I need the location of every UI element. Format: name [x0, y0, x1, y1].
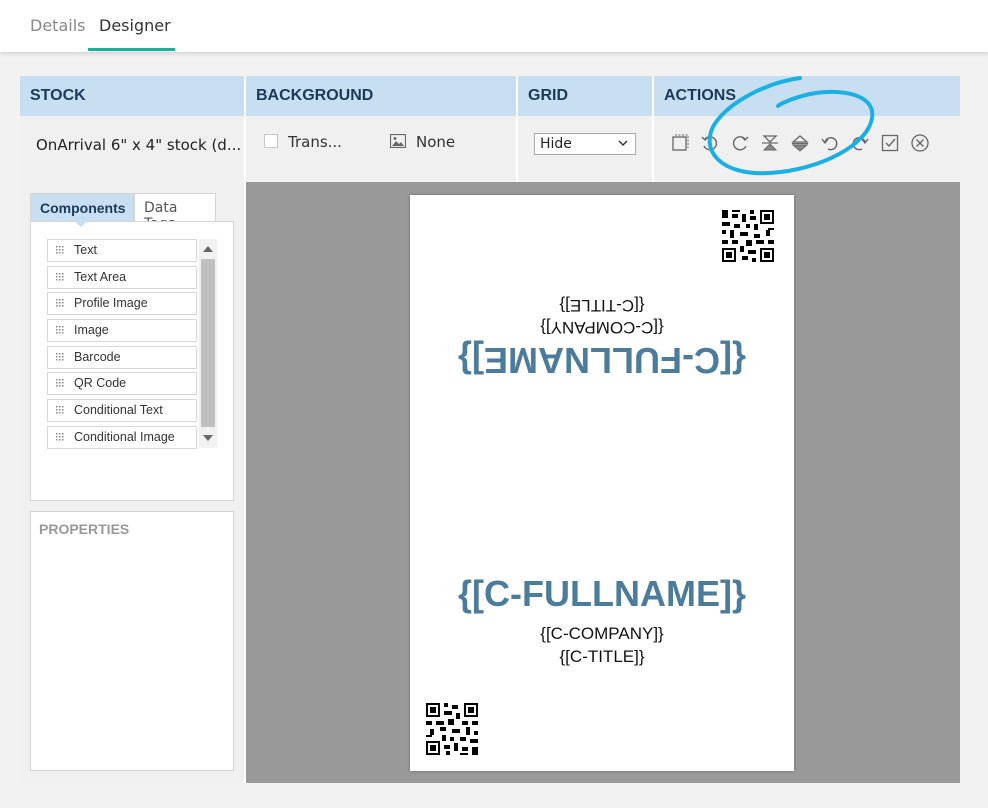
flipped-title-text[interactable]: {[C-TITLE]}: [410, 295, 794, 315]
component-profile-image[interactable]: Profile Image: [47, 292, 197, 316]
drag-handle-icon: [56, 352, 64, 361]
transparent-checkbox[interactable]: [264, 134, 278, 148]
component-conditional-text[interactable]: Conditional Text: [47, 399, 197, 423]
active-subtab-pointer: [74, 221, 88, 227]
background-header: BACKGROUND: [246, 76, 516, 116]
rotate-right-icon[interactable]: [730, 133, 750, 153]
select-frame-icon[interactable]: [670, 133, 690, 153]
actions-header: ACTIONS: [654, 76, 960, 116]
actions-cell: [654, 116, 960, 182]
grid-select-value: Hide: [540, 136, 572, 152]
components-scrollbar[interactable]: [199, 239, 217, 448]
flip-horizontal-icon[interactable]: [790, 133, 810, 153]
component-label: Barcode: [74, 349, 121, 364]
component-label: Text: [74, 243, 97, 257]
properties-box: PROPERTIES: [30, 511, 234, 771]
background-image-label: None: [416, 133, 456, 151]
drag-handle-icon: [56, 246, 64, 254]
component-conditional-image[interactable]: Conditional Image: [47, 425, 197, 449]
drag-handle-icon: [56, 432, 64, 441]
component-label: QR Code: [74, 376, 127, 391]
drag-handle-icon: [56, 406, 64, 414]
grid-cell: Hide: [518, 116, 652, 182]
rotate-left-icon[interactable]: [700, 133, 720, 153]
redo-icon[interactable]: [850, 133, 870, 153]
stock-value[interactable]: OnArrival 6" x 4" stock (d...: [36, 136, 241, 154]
scroll-thumb[interactable]: [201, 259, 215, 427]
designer-panel: STOCK BACKGROUND GRID ACTIONS OnArrival …: [20, 76, 960, 783]
component-text[interactable]: Text: [47, 239, 197, 262]
drag-handle-icon: [56, 326, 64, 334]
drag-handle-icon: [56, 272, 64, 281]
scroll-down-arrow-icon[interactable]: [203, 435, 213, 441]
top-tab-bar: Details Designer: [0, 0, 988, 52]
grid-header: GRID: [518, 76, 652, 116]
components-box: Components Data Tags Text Text Area Prof…: [30, 193, 234, 501]
undo-icon[interactable]: [820, 133, 840, 153]
component-label: Text Area: [74, 269, 127, 284]
grid-select[interactable]: Hide: [534, 133, 636, 155]
qr-code-bottom[interactable]: [426, 703, 478, 755]
properties-title: PROPERTIES: [39, 521, 130, 537]
component-qr-code[interactable]: QR Code: [47, 372, 197, 396]
tab-data-tags[interactable]: Data Tags: [134, 193, 216, 232]
qr-code-top[interactable]: [722, 210, 774, 262]
transparent-label: Trans...: [288, 133, 342, 151]
component-image[interactable]: Image: [47, 319, 197, 343]
background-cell: Trans... None: [246, 116, 516, 182]
flip-vertical-icon[interactable]: [760, 133, 780, 153]
left-sidebar: Components Data Tags Text Text Area Prof…: [20, 182, 244, 783]
title-text[interactable]: {[C-TITLE]}: [410, 647, 794, 667]
stock-cell: OnArrival 6" x 4" stock (d...: [20, 116, 244, 182]
tab-designer[interactable]: Designer: [99, 16, 171, 35]
component-label: Conditional Image: [74, 429, 175, 444]
active-tab-indicator: [88, 48, 175, 51]
drag-handle-icon: [56, 379, 64, 387]
tab-components[interactable]: Components: [30, 193, 134, 221]
component-label: Conditional Text: [74, 403, 163, 418]
check-box-icon[interactable]: [880, 133, 900, 153]
components-list: Text Text Area Profile Image Image Barco…: [47, 239, 197, 453]
drag-handle-icon: [56, 299, 64, 307]
stock-header: STOCK: [20, 76, 244, 116]
design-canvas[interactable]: {[C-TITLE]} {[C-COMPANY]} {[C-FULLNAME]}…: [246, 182, 960, 783]
component-text-area[interactable]: Text Area: [47, 265, 197, 289]
flipped-fullname-text[interactable]: {[C-FULLNAME]}: [410, 339, 794, 381]
flipped-company-text[interactable]: {[C-COMPANY]}: [410, 317, 794, 337]
components-panel: Text Text Area Profile Image Image Barco…: [30, 221, 234, 501]
tab-details[interactable]: Details: [30, 16, 85, 35]
fullname-text[interactable]: {[C-FULLNAME]}: [410, 573, 794, 615]
component-label: Image: [74, 323, 109, 338]
chevron-down-icon: [618, 140, 628, 146]
close-circle-icon[interactable]: [910, 133, 930, 153]
image-icon[interactable]: [390, 134, 406, 148]
scroll-up-arrow-icon[interactable]: [203, 246, 213, 252]
component-label: Profile Image: [74, 296, 148, 311]
badge-preview[interactable]: {[C-TITLE]} {[C-COMPANY]} {[C-FULLNAME]}…: [410, 195, 794, 771]
company-text[interactable]: {[C-COMPANY]}: [410, 624, 794, 644]
component-barcode[interactable]: Barcode: [47, 345, 197, 369]
